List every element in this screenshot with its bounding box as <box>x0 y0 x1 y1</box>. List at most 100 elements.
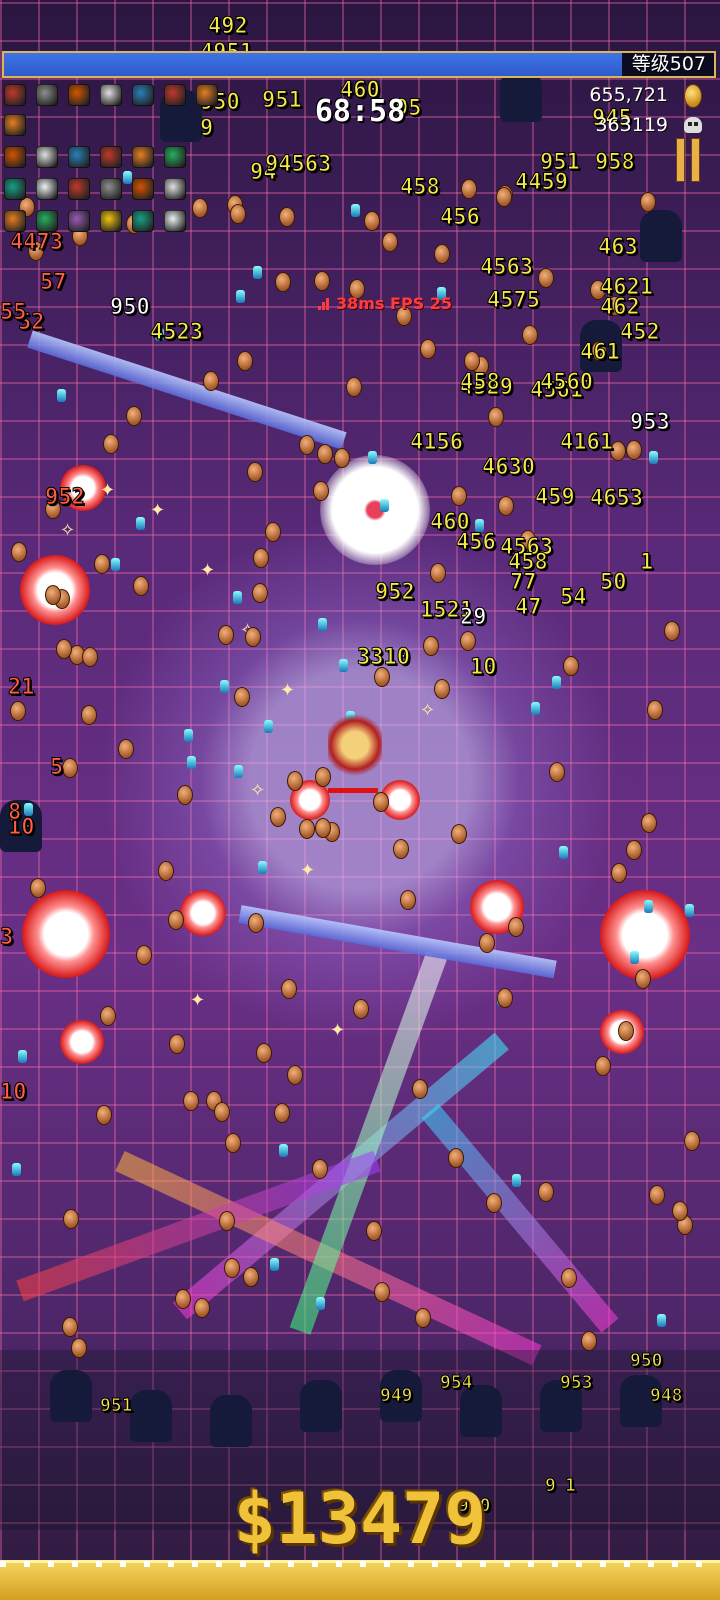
xp-gem <box>233 591 242 604</box>
sparkle: ✧ <box>420 700 436 721</box>
damage-number: 954 <box>440 1372 474 1394</box>
coin-pickup <box>313 481 329 501</box>
xp-gem <box>111 558 120 571</box>
crown-icon <box>4 178 26 200</box>
xp-gem <box>57 389 66 402</box>
damage-number: 951 <box>262 88 303 114</box>
orb-icon <box>132 146 154 168</box>
sparkle: ✦ <box>330 1020 346 1041</box>
wings-icon <box>36 146 58 168</box>
damage-number: 55 <box>0 300 27 326</box>
coin-pickup <box>393 839 409 859</box>
performance-readout: 38ms FPS 25 <box>336 294 452 313</box>
coin-pickup <box>56 639 72 659</box>
coin-pickup <box>611 863 627 883</box>
axe-icon <box>68 84 90 106</box>
coin-pickup <box>274 1103 290 1123</box>
coin-pickup <box>496 187 512 207</box>
coin-pickup <box>71 1338 87 1358</box>
coin-pickup <box>133 576 149 596</box>
coin-pickup <box>314 271 330 291</box>
pause-button[interactable] <box>676 138 700 182</box>
xp-gem <box>685 904 694 917</box>
coin-pickup <box>641 813 657 833</box>
damage-number: 950 <box>630 1350 664 1372</box>
damage-number: 4523 <box>150 320 204 346</box>
damage-number: 492 <box>208 14 249 40</box>
damage-number: 1 <box>639 550 654 576</box>
damage-number: 949 <box>380 1385 414 1407</box>
coin-pickup <box>299 819 315 839</box>
xp-gem <box>559 846 568 859</box>
coin-pickup <box>175 1289 191 1309</box>
sparkle: ✦ <box>100 480 116 501</box>
xp-gem <box>512 1174 521 1187</box>
survival-timer: 68:58 <box>314 94 406 129</box>
coin-pickup <box>563 656 579 676</box>
damage-number: 4473 <box>10 230 64 256</box>
coin-pickup <box>30 878 46 898</box>
target-icon <box>132 84 154 106</box>
damage-number: 952 <box>375 580 416 606</box>
enemy-silhouette <box>130 1390 172 1442</box>
experience-fill <box>4 53 622 76</box>
coin-pickup <box>203 371 219 391</box>
xp-gem <box>351 204 360 217</box>
damage-number: 953 <box>560 1372 594 1394</box>
fire-orb <box>60 1020 104 1064</box>
damage-number: 958 <box>595 150 636 176</box>
coin-pickup <box>353 999 369 1019</box>
xp-gem <box>630 951 639 964</box>
damage-number: 951 <box>100 1395 134 1417</box>
coin-pickup <box>334 448 350 468</box>
coin-pickup <box>224 1258 240 1278</box>
coin-pickup <box>194 1298 210 1318</box>
money-total: $13479 <box>233 1478 487 1560</box>
damage-number: 452 <box>620 320 661 346</box>
coin-pickup <box>62 758 78 778</box>
coin-pickup <box>382 232 398 252</box>
damage-number: 463 <box>598 235 639 261</box>
sparkle: ✦ <box>300 860 316 881</box>
coin-pickup <box>400 890 416 910</box>
skull-icon <box>68 178 90 200</box>
coin-pickup <box>177 785 193 805</box>
coin-pickup <box>366 1221 382 1241</box>
xp-gem <box>318 618 327 631</box>
coin-pickup <box>373 792 389 812</box>
clover-icon <box>100 178 122 200</box>
coin-pickup <box>62 1317 78 1337</box>
perf-text: 38ms FPS 25 <box>336 294 453 313</box>
coin-pickup <box>640 192 656 212</box>
coin-pickup <box>486 1193 502 1213</box>
damage-number: 456 <box>440 205 481 231</box>
coin-pickup <box>265 522 281 542</box>
coin-pickup <box>374 1282 390 1302</box>
song-icon <box>164 84 186 106</box>
coin-pickup <box>11 542 27 562</box>
coin-pickup <box>508 917 524 937</box>
damage-number: 4560 <box>540 370 594 396</box>
coin-pickup <box>225 1133 241 1153</box>
xp-gem <box>368 451 377 464</box>
coin-pickup <box>451 824 467 844</box>
coin-pickup <box>63 1209 79 1229</box>
kill-counter: 363119 <box>595 114 668 136</box>
enemy-silhouette <box>300 1380 342 1432</box>
damage-number: 21 <box>8 675 35 701</box>
coin-pickup <box>460 631 476 651</box>
xp-gem <box>136 517 145 530</box>
signal-icon <box>318 298 330 310</box>
enemy-silhouette <box>210 1395 252 1447</box>
game-stage[interactable]: ✦ ✦ ✦ ✧ ✦ ✧ ✦ ✦ ✧ ✦ ✧ 492495195146095950… <box>0 0 720 1600</box>
coin-pickup <box>103 434 119 454</box>
coin-pickup <box>664 621 680 641</box>
coin-pickup <box>82 647 98 667</box>
damage-number: 456 <box>456 530 497 556</box>
coin-pickup <box>281 979 297 999</box>
xp-gem <box>339 659 348 672</box>
xp-gem <box>18 1050 27 1063</box>
coin-pickup <box>243 1267 259 1287</box>
coin-pickup <box>96 1105 112 1125</box>
spinach-icon <box>4 210 26 232</box>
